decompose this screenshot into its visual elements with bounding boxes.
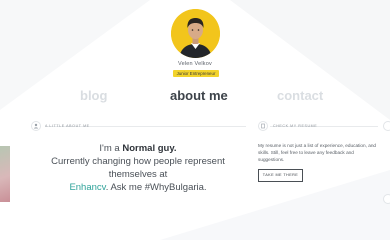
document-icon bbox=[258, 121, 268, 131]
about-highlight: Normal guy. bbox=[122, 143, 177, 154]
brand-link[interactable]: Enhancv bbox=[69, 182, 105, 193]
about-line3: . Ask me #WhyBulgaria. bbox=[105, 182, 207, 193]
background-shape-left bbox=[0, 0, 150, 110]
person-icon bbox=[31, 121, 41, 131]
nav-contact[interactable]: contact bbox=[277, 88, 323, 103]
take-me-there-button[interactable]: TAKE ME THERE bbox=[258, 169, 303, 182]
resume-section-label: CHECK MY RESUME bbox=[273, 124, 318, 128]
about-section-label: A LITTLE ABOUT ME bbox=[45, 124, 90, 128]
side-image-fragment bbox=[0, 146, 10, 202]
profile-name: Velen Velkov bbox=[178, 61, 212, 67]
about-line2: Currently changing how people represent … bbox=[51, 156, 225, 180]
profile-tagline-badge: Junior Entrepreneur bbox=[173, 70, 219, 77]
nav-blog[interactable]: blog bbox=[80, 88, 107, 103]
nav-about-me[interactable]: about me bbox=[170, 88, 228, 103]
next-arrow-icon[interactable] bbox=[383, 121, 390, 131]
about-intro: I'm a bbox=[99, 143, 120, 154]
resume-description: My resume is not just a list of experien… bbox=[258, 143, 377, 163]
about-description: I'm a Normal guy. Currently changing how… bbox=[28, 142, 248, 194]
avatar bbox=[171, 9, 220, 58]
circle-icon bbox=[383, 194, 390, 204]
